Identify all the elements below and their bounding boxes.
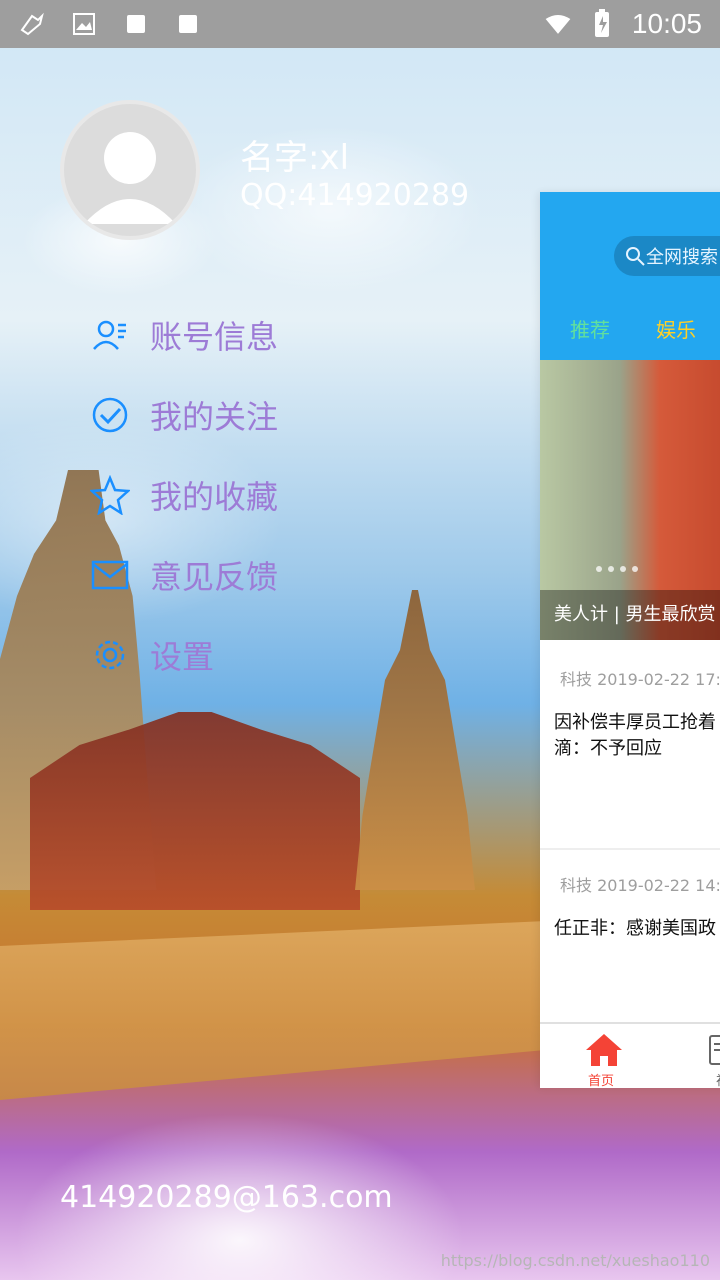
news-title: 任正非：感谢美国政	[554, 916, 720, 942]
news-title-line: 滴：不予回应	[554, 738, 662, 759]
menu-label: 设置	[150, 638, 215, 676]
news-meta: 科技 2019-02-22 14:5	[560, 872, 720, 896]
bottom-navigation: 首页 视	[540, 1022, 720, 1088]
menu-label: 我的收藏	[150, 478, 279, 516]
search-box[interactable]: 全网搜索	[614, 236, 720, 276]
bird-notification-icon	[18, 10, 46, 38]
settings-gear-icon	[88, 633, 132, 677]
nav-home-button[interactable]	[584, 1032, 624, 1068]
watermark-url: https://blog.csdn.net/xueshao110	[440, 1251, 710, 1270]
top-app-bar: 全网搜索 推荐 娱乐	[540, 192, 720, 360]
avatar[interactable]	[60, 100, 200, 240]
carousel-dot	[620, 566, 626, 572]
nav-second-label: 视	[716, 1070, 720, 1088]
news-title-line: 因补偿丰厚员工抢着	[554, 712, 716, 733]
main-content-panel[interactable]: 全网搜索 推荐 娱乐 美人计 | 男生最欣赏 科技 2019-02-22 17:…	[540, 192, 720, 1088]
user-qq: QQ:414920289	[240, 178, 470, 213]
check-circle-icon	[88, 393, 132, 437]
wifi-icon	[544, 10, 572, 38]
search-icon	[626, 247, 645, 266]
home-icon	[586, 1034, 622, 1066]
category-tabs: 推荐 娱乐	[540, 314, 720, 350]
banner-caption: 美人计 | 男生最欣赏	[540, 590, 720, 640]
banner-carousel[interactable]: 美人计 | 男生最欣赏	[540, 360, 720, 640]
news-date: 2019-02-22 14:5	[597, 876, 720, 895]
carousel-indicator	[596, 566, 638, 572]
account-info-icon	[88, 313, 132, 357]
news-date: 2019-02-22 17:5	[597, 670, 720, 689]
nav-second-button[interactable]	[708, 1032, 720, 1068]
status-left-icons	[18, 10, 202, 38]
mail-icon	[88, 553, 132, 597]
user-name: 名字:xl	[240, 138, 350, 178]
carousel-dot	[596, 566, 602, 572]
news-item[interactable]: 科技 2019-02-22 17:5 因补偿丰厚员工抢着 滴：不予回应	[540, 666, 720, 762]
news-category: 科技	[560, 670, 593, 689]
menu-item-account-info[interactable]: 账号信息	[88, 295, 508, 375]
status-time: 10:05	[631, 8, 702, 39]
tab-entertainment[interactable]: 娱乐	[656, 314, 696, 350]
tab-recommend[interactable]: 推荐	[570, 314, 610, 350]
square-notification-icon	[174, 10, 202, 38]
menu-item-following[interactable]: 我的关注	[88, 375, 508, 455]
news-category: 科技	[560, 876, 593, 895]
news-item[interactable]: 科技 2019-02-22 14:5 任正非：感谢美国政	[540, 872, 720, 942]
news-meta: 科技 2019-02-22 17:5	[560, 666, 720, 690]
menu-item-settings[interactable]: 设置	[88, 615, 508, 695]
menu-label: 我的关注	[150, 398, 279, 436]
menu-item-favorites[interactable]: 我的收藏	[88, 455, 508, 535]
drawer-menu: 账号信息 我的关注 我的收藏 意见反馈 设置	[88, 295, 508, 695]
news-title: 因补偿丰厚员工抢着 滴：不予回应	[554, 710, 720, 762]
carousel-dot	[608, 566, 614, 572]
menu-item-feedback[interactable]: 意见反馈	[88, 535, 508, 615]
divider	[540, 848, 720, 850]
battery-charging-icon	[588, 9, 616, 38]
news-title-line: 任正非：感谢美国政	[554, 918, 716, 939]
status-bar: 10:05	[0, 0, 720, 48]
image-notification-icon	[70, 10, 98, 38]
search-placeholder: 全网搜索	[646, 247, 718, 268]
video-list-icon	[709, 1035, 720, 1065]
star-icon	[88, 473, 132, 517]
carousel-dot	[632, 566, 638, 572]
nav-home-label: 首页	[588, 1074, 615, 1088]
menu-label: 意见反馈	[150, 558, 279, 596]
person-icon	[84, 132, 176, 224]
user-email: 414920289@163.com	[60, 1180, 393, 1215]
status-right: 10:05	[544, 8, 702, 40]
menu-label: 账号信息	[150, 318, 279, 356]
square-notification-icon	[122, 10, 150, 38]
